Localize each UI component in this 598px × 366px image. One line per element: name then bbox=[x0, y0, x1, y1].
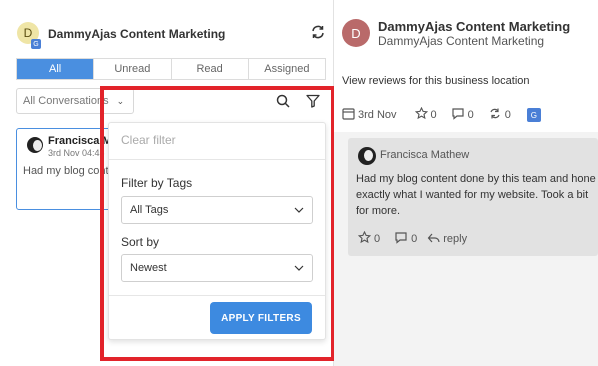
apply-filters-button[interactable]: APPLY FILTERS bbox=[210, 302, 312, 334]
filter-icon[interactable] bbox=[306, 94, 320, 108]
share-count: 0 bbox=[504, 109, 511, 121]
sort-heading: Sort by bbox=[121, 235, 160, 249]
chevron-down-icon bbox=[294, 204, 304, 216]
star-icon[interactable] bbox=[357, 230, 372, 247]
tags-heading: Filter by Tags bbox=[121, 176, 193, 190]
detail-title: DammyAjas Content Marketing bbox=[378, 19, 571, 34]
avatar-letter: D bbox=[351, 25, 361, 41]
reviewer-avatar bbox=[358, 147, 376, 165]
conversation-tabs: All Unread Read Assigned bbox=[16, 58, 326, 80]
clear-filter-link[interactable]: Clear filter bbox=[121, 133, 176, 147]
calendar-icon bbox=[342, 107, 355, 123]
tab-all[interactable]: All bbox=[17, 59, 95, 79]
conversation-preview: Had my blog cont bbox=[23, 165, 109, 177]
google-badge-icon: G bbox=[31, 39, 41, 49]
review-line: Had my blog content done by this team an… bbox=[356, 173, 596, 185]
view-reviews-text: View reviews for this business location bbox=[342, 75, 530, 87]
google-badge-icon: G bbox=[526, 108, 541, 122]
reply-icon[interactable] bbox=[427, 232, 440, 247]
review-star-count: 0 bbox=[374, 233, 381, 245]
chevron-down-icon bbox=[294, 262, 304, 274]
review-text: Had my blog content done by this team an… bbox=[356, 171, 596, 219]
business-avatar: D bbox=[342, 19, 370, 47]
tags-select[interactable]: All Tags bbox=[121, 196, 313, 224]
post-date: 3rd Nov bbox=[358, 109, 397, 121]
star-count: 0 bbox=[430, 109, 437, 121]
review-author: Francisca Mathew bbox=[380, 149, 470, 161]
chevron-down-icon: ⌄ bbox=[116, 95, 125, 106]
comment-count: 0 bbox=[467, 109, 474, 121]
sort-select[interactable]: Newest bbox=[121, 254, 313, 282]
star-icon[interactable] bbox=[414, 106, 428, 123]
tab-read[interactable]: Read bbox=[172, 59, 249, 79]
review-line: exactly what I wanted for my website. To… bbox=[356, 189, 589, 201]
reviewer-avatar bbox=[27, 137, 43, 153]
review-actions: 0 0 reply bbox=[357, 230, 467, 247]
search-icon[interactable] bbox=[276, 94, 290, 108]
conversation-filter-value: All Conversations bbox=[23, 95, 109, 107]
review-line: for more. bbox=[356, 205, 401, 217]
divider bbox=[109, 159, 325, 160]
conversation-date: 3rd Nov 04:45 bbox=[48, 148, 105, 158]
conversation-filter-select[interactable]: All Conversations ⌄ bbox=[16, 88, 134, 114]
comment-icon[interactable] bbox=[451, 107, 465, 123]
tab-assigned[interactable]: Assigned bbox=[249, 59, 325, 79]
detail-subtitle: DammyAjas Content Marketing bbox=[378, 34, 545, 48]
tab-unread[interactable]: Unread bbox=[94, 59, 172, 79]
divider bbox=[109, 295, 325, 296]
sort-select-value: Newest bbox=[130, 262, 167, 274]
review-card: Francisca Mathew Had my blog content don… bbox=[348, 138, 598, 256]
comment-icon[interactable] bbox=[394, 231, 408, 247]
reply-link[interactable]: reply bbox=[443, 233, 467, 245]
conversation-name: Francisca M bbox=[48, 135, 112, 147]
refresh-icon[interactable] bbox=[310, 24, 326, 40]
tags-select-value: All Tags bbox=[130, 204, 169, 216]
avatar-letter: D bbox=[23, 26, 33, 40]
share-icon[interactable] bbox=[488, 107, 502, 123]
business-name: DammyAjas Content Marketing bbox=[48, 27, 226, 41]
review-comment-count: 0 bbox=[411, 233, 418, 245]
post-meta: 3rd Nov 0 0 0 G bbox=[342, 106, 541, 123]
